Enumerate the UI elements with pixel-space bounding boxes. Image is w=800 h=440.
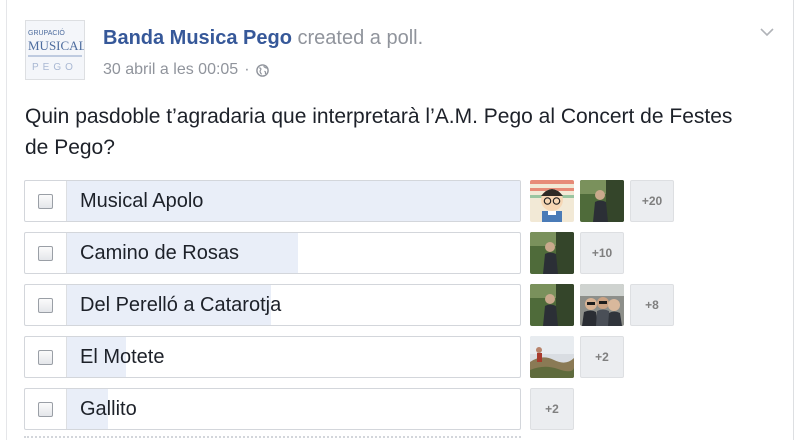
poll-option[interactable]: Musical Apolo bbox=[24, 180, 521, 222]
more-voters-count[interactable]: +2 bbox=[530, 388, 574, 430]
logo-line-2: MUSICAL bbox=[28, 38, 84, 53]
option-checkbox-cell[interactable] bbox=[25, 337, 67, 377]
option-label: Del Perelló a Catarotja bbox=[80, 294, 282, 316]
logo-line-1: GRUPACIÓ bbox=[28, 28, 65, 37]
option-checkbox[interactable] bbox=[38, 193, 53, 209]
option-checkbox-cell[interactable] bbox=[25, 285, 67, 325]
poll-option[interactable]: Gallito bbox=[24, 388, 521, 430]
post-meta: 30 abril a les 00:05 · bbox=[103, 61, 269, 79]
voter-avatars: +10 bbox=[530, 232, 624, 274]
poll-options-divider bbox=[24, 436, 521, 438]
voter-avatar[interactable] bbox=[530, 180, 574, 222]
option-label: El Motete bbox=[80, 346, 165, 368]
logo-line-3: PEGO bbox=[32, 62, 77, 73]
voter-avatar[interactable] bbox=[530, 232, 574, 274]
option-checkbox-cell[interactable] bbox=[25, 181, 67, 221]
poll-post-card: GRUPACIÓ MUSICAL PEGO Banda Musica Pego … bbox=[6, 0, 794, 440]
poll-option[interactable]: Camino de Rosas bbox=[24, 232, 521, 274]
option-label: Camino de Rosas bbox=[80, 242, 239, 264]
more-voters-count[interactable]: +8 bbox=[630, 284, 674, 326]
option-label: Musical Apolo bbox=[80, 190, 204, 212]
voter-avatar[interactable] bbox=[580, 284, 624, 326]
more-voters-count[interactable]: +20 bbox=[630, 180, 674, 222]
voter-avatars: +20 bbox=[530, 180, 674, 222]
globe-icon[interactable] bbox=[255, 63, 269, 77]
voter-avatar[interactable] bbox=[530, 336, 574, 378]
option-checkbox[interactable] bbox=[38, 401, 53, 417]
more-voters-count[interactable]: +2 bbox=[580, 336, 624, 378]
voter-avatars: +8 bbox=[530, 284, 674, 326]
option-checkbox-cell[interactable] bbox=[25, 389, 67, 429]
meta-separator: · bbox=[244, 61, 250, 78]
poll-option[interactable]: Del Perelló a Catarotja bbox=[24, 284, 521, 326]
option-checkbox[interactable] bbox=[38, 245, 53, 261]
post-header: Banda Musica Pego created a poll. bbox=[103, 27, 423, 50]
page-avatar[interactable]: GRUPACIÓ MUSICAL PEGO bbox=[25, 20, 85, 80]
option-checkbox[interactable] bbox=[38, 297, 53, 313]
post-timestamp[interactable]: 30 abril a les 00:05 bbox=[103, 61, 238, 79]
post-action-text: created a poll. bbox=[297, 27, 424, 49]
voter-avatar[interactable] bbox=[530, 284, 574, 326]
option-checkbox[interactable] bbox=[38, 349, 53, 365]
page-logo: GRUPACIÓ MUSICAL PEGO bbox=[26, 21, 84, 79]
author-name-link[interactable]: Banda Musica Pego bbox=[103, 27, 292, 49]
voter-avatar[interactable] bbox=[580, 180, 624, 222]
more-voters-count[interactable]: +10 bbox=[580, 232, 624, 274]
poll-option[interactable]: El Motete bbox=[24, 336, 521, 378]
option-label: Gallito bbox=[80, 398, 137, 420]
chevron-down-icon[interactable] bbox=[757, 22, 777, 42]
voter-avatars: +2 bbox=[530, 336, 624, 378]
option-checkbox-cell[interactable] bbox=[25, 233, 67, 273]
voter-avatars: +2 bbox=[530, 388, 574, 430]
poll-question: Quin pasdoble t’agradaria que interpreta… bbox=[25, 105, 733, 159]
